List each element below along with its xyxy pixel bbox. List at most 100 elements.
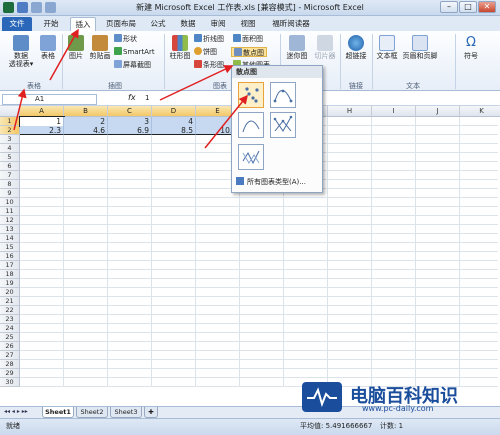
column-header-k[interactable]: K: [460, 106, 500, 117]
redo-icon[interactable]: [45, 2, 56, 13]
cell-a2[interactable]: 2.3: [20, 126, 64, 135]
clipart-button[interactable]: 剪贴画: [88, 35, 112, 60]
row-header-24[interactable]: 24: [0, 324, 20, 333]
column-header-h[interactable]: H: [328, 106, 372, 117]
row-header-11[interactable]: 11: [0, 207, 20, 216]
row-header-9[interactable]: 9: [0, 189, 20, 198]
tab-file[interactable]: 文件: [2, 17, 32, 31]
column-header-d[interactable]: D: [152, 106, 196, 117]
row-header-22[interactable]: 22: [0, 306, 20, 315]
textbox-button[interactable]: 文本框: [375, 35, 399, 60]
insert-sheet-icon[interactable]: ✚: [144, 407, 158, 418]
scatter-straight-lines-markers-option[interactable]: [270, 112, 296, 138]
cell-b1[interactable]: 2: [64, 117, 108, 126]
select-all-corner[interactable]: [0, 106, 20, 117]
pivot-table-button[interactable]: 数据 透视表▾: [6, 35, 36, 68]
minimize-button[interactable]: –: [440, 1, 458, 13]
row-header-27[interactable]: 27: [0, 351, 20, 360]
column-header-a[interactable]: A: [20, 106, 64, 117]
scatter-smooth-lines-option[interactable]: [238, 112, 264, 138]
save-icon[interactable]: [17, 2, 28, 13]
tab-insert[interactable]: 插入: [70, 17, 96, 31]
scatter-menu-title: 散点图: [232, 66, 322, 78]
cell-b2[interactable]: 4.6: [64, 126, 108, 135]
scatter-chart-button[interactable]: 散点图: [231, 47, 267, 57]
row-header-20[interactable]: 20: [0, 288, 20, 297]
row-header-3[interactable]: 3: [0, 135, 20, 144]
line-chart-button[interactable]: 折线图: [194, 34, 224, 44]
tab-data[interactable]: 数据: [176, 17, 200, 31]
row-header-6[interactable]: 6: [0, 162, 20, 171]
cell-c2[interactable]: 6.9: [108, 126, 152, 135]
row-header-5[interactable]: 5: [0, 153, 20, 162]
sheet-tab-2[interactable]: Sheet2: [76, 407, 108, 418]
row-header-29[interactable]: 29: [0, 369, 20, 378]
name-box[interactable]: A1: [2, 94, 97, 105]
row-header-15[interactable]: 15: [0, 243, 20, 252]
scatter-straight-lines-option[interactable]: [238, 144, 264, 170]
symbol-button[interactable]: Ω 符号: [460, 35, 482, 60]
row-header-19[interactable]: 19: [0, 279, 20, 288]
all-chart-types-option[interactable]: 所有图表类型(A)...: [236, 177, 306, 187]
row-header-21[interactable]: 21: [0, 297, 20, 306]
hyperlink-button[interactable]: 超链接: [343, 35, 369, 60]
screenshot-icon: [114, 60, 122, 68]
row-header-17[interactable]: 17: [0, 261, 20, 270]
column-header-i[interactable]: I: [372, 106, 416, 117]
close-button[interactable]: ✕: [478, 1, 496, 13]
row-header-28[interactable]: 28: [0, 360, 20, 369]
row-header-16[interactable]: 16: [0, 252, 20, 261]
tab-formulas[interactable]: 公式: [146, 17, 170, 31]
row-header-23[interactable]: 23: [0, 315, 20, 324]
row-header-14[interactable]: 14: [0, 234, 20, 243]
row-header-7[interactable]: 7: [0, 171, 20, 180]
column-header-j[interactable]: J: [416, 106, 460, 117]
row-header-30[interactable]: 30: [0, 378, 20, 387]
pie-chart-button[interactable]: 饼图: [194, 47, 217, 57]
sheet-nav-arrows[interactable]: ◂◂ ◂ ▸ ▸▸: [4, 408, 28, 415]
column-gridline: [327, 117, 328, 387]
sheet-tab-3[interactable]: Sheet3: [110, 407, 142, 418]
row-header-12[interactable]: 12: [0, 216, 20, 225]
tab-review[interactable]: 审阅: [206, 17, 230, 31]
row-header-10[interactable]: 10: [0, 198, 20, 207]
bar-chart-button[interactable]: 条形图: [194, 60, 224, 70]
table-button[interactable]: 表格: [38, 35, 58, 60]
area-chart-button[interactable]: 面积图: [233, 34, 263, 44]
row-header-1[interactable]: 1: [0, 117, 20, 126]
row-header-4[interactable]: 4: [0, 144, 20, 153]
column-chart-button[interactable]: 柱形图: [168, 35, 192, 60]
row-header-26[interactable]: 26: [0, 342, 20, 351]
cell-d1[interactable]: 4: [152, 117, 196, 126]
scatter-markers-only-option[interactable]: [238, 82, 264, 108]
slicer-button[interactable]: 切片器: [312, 35, 338, 60]
maximize-button[interactable]: □: [459, 1, 477, 13]
cell-a1[interactable]: 1: [19, 116, 65, 127]
sheet-tab-1[interactable]: Sheet1: [42, 407, 74, 418]
undo-icon[interactable]: [31, 2, 42, 13]
tab-home[interactable]: 开始: [38, 17, 64, 31]
sparkline-button[interactable]: 迷你图: [284, 35, 310, 60]
header-footer-button[interactable]: 页眉和页脚: [400, 35, 440, 60]
cell-d2[interactable]: 8.5: [152, 126, 196, 135]
row-header-2[interactable]: 2: [0, 126, 20, 135]
row-gridline: [20, 206, 498, 207]
scatter-smooth-lines-markers-option[interactable]: [270, 82, 296, 108]
cell-c1[interactable]: 3: [108, 117, 152, 126]
row-header-18[interactable]: 18: [0, 270, 20, 279]
column-header-b[interactable]: B: [64, 106, 108, 117]
row-header-13[interactable]: 13: [0, 225, 20, 234]
tab-view[interactable]: 视图: [236, 17, 260, 31]
smartart-button[interactable]: SmartArt: [114, 47, 155, 57]
slicer-icon: [317, 35, 333, 51]
row-header-25[interactable]: 25: [0, 333, 20, 342]
shapes-button[interactable]: 形状: [114, 34, 137, 44]
row-header-8[interactable]: 8: [0, 180, 20, 189]
tab-page-layout[interactable]: 页面布局: [102, 17, 140, 31]
formula-input[interactable]: 1: [145, 94, 149, 102]
tab-foxit-reader[interactable]: 福昕阅读器: [266, 17, 316, 31]
screenshot-button[interactable]: 屏幕截图: [114, 60, 151, 70]
insert-function-button[interactable]: fx: [128, 93, 136, 102]
picture-button[interactable]: 图片: [66, 35, 86, 60]
column-header-c[interactable]: C: [108, 106, 152, 117]
